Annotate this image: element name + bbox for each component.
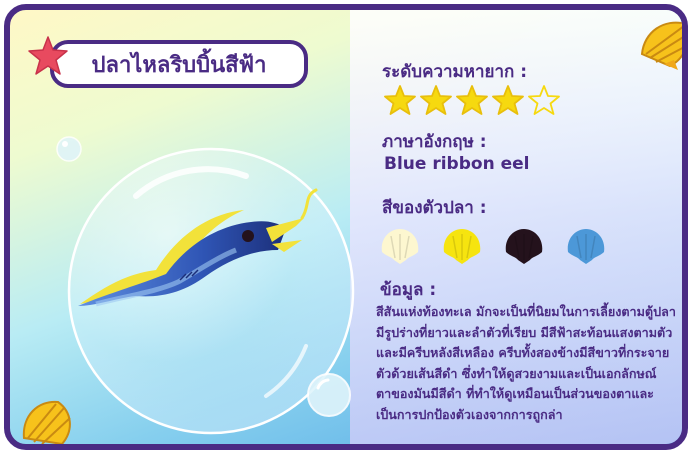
color-swatch-shell-icon <box>505 229 543 264</box>
title-box: ปลาไหลริบบิ้นสีฟ้า <box>50 40 308 88</box>
info-label: ข้อมูล : <box>380 280 437 300</box>
rarity-label: ระดับความหายาก : <box>382 62 528 82</box>
info-text: สีสันแห่งท้องทะเล มักจะเป็นที่นิยมในการเ… <box>376 304 676 422</box>
shell-icon <box>640 21 682 70</box>
english-name-value: Blue ribbon eel <box>384 154 530 174</box>
fish-color-swatches <box>378 226 608 266</box>
star-filled-icon <box>492 85 524 115</box>
color-swatch-shell-icon <box>567 229 605 264</box>
color-swatch-shell-icon <box>443 229 481 264</box>
english-name-label: ภาษาอังกฤษ : <box>382 132 487 152</box>
shell-icon <box>22 400 71 444</box>
starfish-icon <box>28 36 68 75</box>
fish-name-title: ปลาไหลริบบิ้นสีฟ้า <box>91 52 267 78</box>
small-bubble <box>56 136 82 162</box>
star-filled-icon <box>456 85 488 115</box>
star-filled-icon <box>384 85 416 115</box>
fish-card: ระดับความหายาก : ภาษาอังกฤษ : Blue ribbo… <box>0 0 692 454</box>
eel-eye <box>242 230 254 242</box>
fish-colors-label: สีของตัวปลา : <box>382 198 487 218</box>
star-filled-icon <box>420 85 452 115</box>
small-bubble <box>307 373 351 417</box>
rarity-stars <box>384 84 560 116</box>
color-swatch-shell-icon <box>381 229 419 264</box>
star-empty-icon <box>528 85 560 115</box>
